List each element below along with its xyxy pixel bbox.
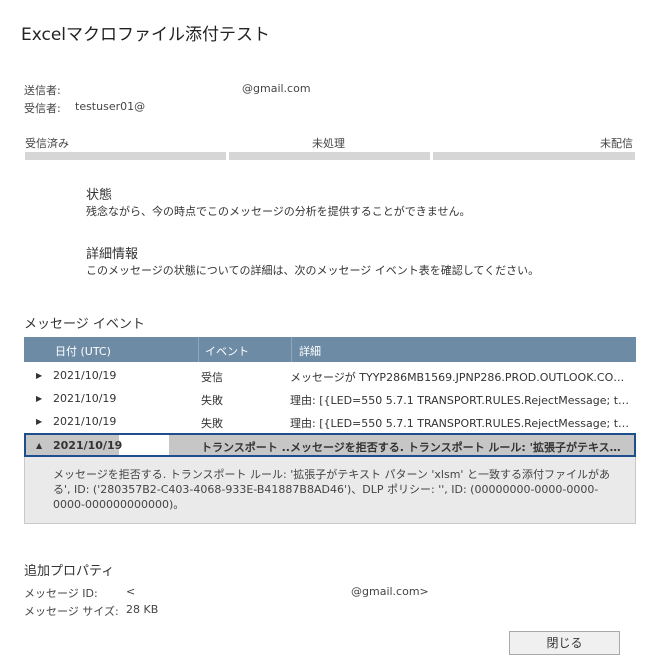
recipient-label: 受信者: — [24, 102, 61, 115]
row-detail: 理由: [{LED=550 5.7.1 TRANSPORT.RULES.Reje… — [290, 417, 630, 430]
dialog-title: Excelマクロファイル添付テスト — [21, 25, 271, 45]
message-size-label: メッセージ サイズ: — [24, 605, 119, 618]
recipient-value: testuser01@ — [75, 100, 146, 113]
table-row[interactable]: ▶ 2021/10/19 失敗 理由: [{LED=550 5.7.1 TRAN… — [24, 411, 636, 433]
column-detail[interactable]: 詳細 — [299, 343, 321, 359]
details-heading: 詳細情報 — [86, 247, 139, 262]
progress-received-bar — [25, 152, 226, 160]
table-row-selected[interactable]: ▲ 2021/10/19 トランスポート ... メッセージを拒否する. トラン… — [24, 433, 636, 457]
message-id-label: メッセージ ID: — [24, 587, 98, 600]
event-detail-text: メッセージを拒否する. トランスポート ルール: '拡張子がテキスト パターン … — [53, 468, 610, 511]
table-row[interactable]: ▶ 2021/10/19 失敗 理由: [{LED=550 5.7.1 TRAN… — [24, 388, 636, 410]
row-detail: 理由: [{LED=550 5.7.1 TRANSPORT.RULES.Reje… — [290, 394, 630, 407]
row-detail: メッセージを拒否する. トランスポート ルール: '拡張子がテキスト パ... — [290, 441, 630, 454]
row-date: 2021/10/19 — [53, 369, 117, 382]
row-detail: メッセージが TYYP286MB1569.JPNP286.PROD.OUTLOO… — [290, 371, 630, 384]
details-text: このメッセージの状態についての詳細は、次のメッセージ イベント表を確認してくださ… — [86, 264, 540, 277]
status-text: 残念ながら、今の時点でこのメッセージの分析を提供することができません。 — [86, 205, 471, 218]
expand-arrow-icon[interactable]: ▶ — [36, 371, 42, 380]
expand-arrow-icon[interactable]: ▶ — [36, 394, 42, 403]
event-detail-panel: メッセージを拒否する. トランスポート ルール: '拡張子がテキスト パターン … — [24, 457, 636, 524]
progress-pending-label: 未処理 — [312, 137, 345, 150]
row-event: 失敗 — [201, 417, 223, 430]
sender-value: @gmail.com — [242, 82, 311, 95]
progress-pending-bar — [229, 152, 430, 160]
table-row[interactable]: ▶ 2021/10/19 受信 メッセージが TYYP286MB1569.JPN… — [24, 365, 636, 387]
progress-undelivered-bar — [433, 152, 635, 160]
message-size-value: 28 KB — [126, 603, 159, 616]
row-date: 2021/10/19 — [53, 439, 123, 452]
message-id-prefix: < — [126, 585, 136, 598]
expand-arrow-icon[interactable]: ▶ — [36, 417, 42, 426]
row-event: 受信 — [201, 371, 223, 384]
row-date: 2021/10/19 — [53, 415, 117, 428]
events-heading: メッセージ イベント — [24, 317, 145, 332]
redacted-area — [119, 435, 169, 455]
close-button[interactable]: 閉じる — [509, 631, 620, 655]
column-date[interactable]: 日付 (UTC) — [55, 343, 111, 359]
column-event[interactable]: イベント — [205, 343, 249, 359]
row-event: トランスポート ... — [201, 441, 289, 454]
message-id-suffix: @gmail.com> — [351, 585, 429, 598]
props-heading: 追加プロパティ — [24, 564, 115, 579]
sender-label: 送信者: — [24, 84, 61, 97]
progress-undelivered-label: 未配信 — [600, 137, 633, 150]
collapse-arrow-icon[interactable]: ▲ — [36, 441, 42, 450]
progress-received-label: 受信済み — [25, 137, 69, 150]
row-event: 失敗 — [201, 394, 223, 407]
row-date: 2021/10/19 — [53, 392, 117, 405]
status-heading: 状態 — [86, 188, 113, 203]
events-table-header: 日付 (UTC) イベント 詳細 — [24, 337, 636, 362]
